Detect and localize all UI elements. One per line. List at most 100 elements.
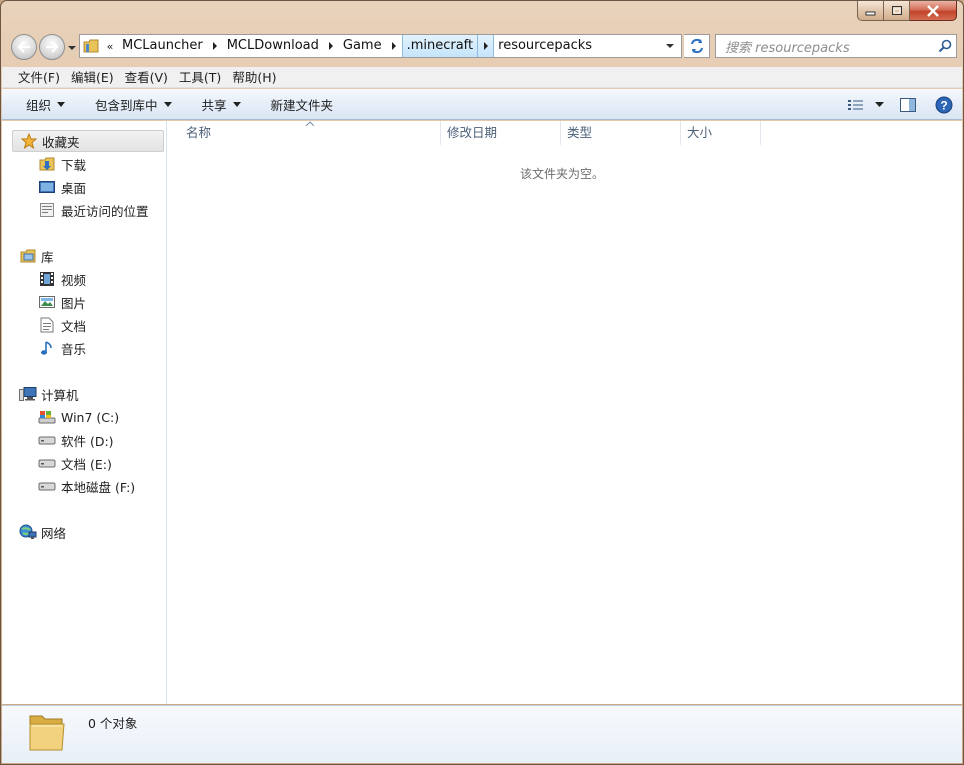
nav-item-videos[interactable]: 视频 xyxy=(38,269,86,289)
include-in-library-button[interactable]: 包含到库中 xyxy=(77,89,184,120)
breadcrumb-mcldownload[interactable]: MCLDownload xyxy=(223,35,323,57)
nav-item-label: 图片 xyxy=(61,295,87,311)
nav-favorites[interactable]: 收藏夹 xyxy=(12,130,164,152)
breadcrumb-mclauncher[interactable]: MCLauncher xyxy=(118,35,207,57)
pictures-icon xyxy=(38,293,56,311)
nav-libraries[interactable]: 库 xyxy=(12,245,164,267)
explorer-window: « MCLauncher MCLDownload Game .minecraft… xyxy=(0,0,964,765)
chevron-right-icon xyxy=(391,42,396,50)
new-folder-button[interactable]: 新建文件夹 xyxy=(253,89,346,120)
close-icon xyxy=(927,4,939,17)
search-input[interactable]: 搜索 resourcepacks xyxy=(715,34,957,58)
menu-edit[interactable]: 编辑(E) xyxy=(65,67,119,88)
breadcrumb-resourcepacks[interactable]: resourcepacks xyxy=(494,35,596,57)
caption-buttons xyxy=(857,1,957,21)
preview-pane-button[interactable] xyxy=(890,89,926,120)
nav-item-label: 桌面 xyxy=(61,180,87,196)
change-view-button[interactable] xyxy=(844,89,868,120)
command-bar: 组织 包含到库中 共享 新建文件夹 ? xyxy=(2,89,962,120)
breadcrumb-game[interactable]: Game xyxy=(339,35,386,57)
search-placeholder: 搜索 resourcepacks xyxy=(725,40,850,56)
breadcrumb-minecraft[interactable]: .minecraft xyxy=(401,35,479,57)
nav-item-music[interactable]: 音乐 xyxy=(38,338,86,358)
preview-pane-icon xyxy=(900,97,916,112)
nav-item-drive-c[interactable]: Win7 (C:) xyxy=(38,407,119,427)
help-icon: ? xyxy=(935,96,953,113)
nav-item-recent-places[interactable]: 最近访问的位置 xyxy=(38,200,149,220)
hard-drive-icon xyxy=(38,477,56,495)
computer-icon xyxy=(18,385,38,403)
nav-favorites-label: 收藏夹 xyxy=(42,134,80,150)
nav-item-drive-e[interactable]: 文档 (E:) xyxy=(38,453,112,473)
file-list-pane: 名称 修改日期 类型 大小 该文件夹为空。 xyxy=(168,121,962,704)
address-history-dropdown[interactable] xyxy=(659,35,681,57)
folder-icon xyxy=(29,715,65,751)
new-folder-label: 新建文件夹 xyxy=(270,97,334,113)
nav-item-label: 下载 xyxy=(61,157,87,173)
chevron-right-icon xyxy=(328,42,333,50)
nav-item-downloads[interactable]: 下载 xyxy=(38,154,86,174)
breadcrumb-separator[interactable] xyxy=(323,35,339,57)
refresh-button[interactable] xyxy=(684,34,710,58)
nav-item-drive-d[interactable]: 软件 (D:) xyxy=(38,430,114,450)
column-type[interactable]: 类型 xyxy=(561,121,681,145)
close-button[interactable] xyxy=(910,1,957,21)
organize-button[interactable]: 组织 xyxy=(2,89,77,120)
forward-button[interactable] xyxy=(39,34,65,60)
nav-item-label: 软件 (D:) xyxy=(61,433,114,449)
column-name[interactable]: 名称 xyxy=(180,121,441,145)
minimize-button[interactable] xyxy=(857,1,884,21)
content-area: 收藏夹 下载 桌面 最近访问的位置 库 视频 图片 文档 音乐 计算机 Win7… xyxy=(2,121,962,704)
nav-item-pictures[interactable]: 图片 xyxy=(38,292,86,312)
nav-item-label: 本地磁盘 (F:) xyxy=(61,479,136,495)
nav-item-label: Win7 (C:) xyxy=(61,409,120,425)
nav-item-documents[interactable]: 文档 xyxy=(38,315,86,335)
menu-bar: 文件(F) 编辑(E) 查看(V) 工具(T) 帮助(H) xyxy=(2,67,962,88)
minimize-icon xyxy=(865,11,875,15)
share-label: 共享 xyxy=(201,97,227,113)
address-overflow[interactable]: « xyxy=(102,40,118,53)
nav-network[interactable]: 网络 xyxy=(12,521,164,543)
chevron-down-icon xyxy=(874,101,884,107)
nav-computer[interactable]: 计算机 xyxy=(12,383,164,405)
recent-pages-button[interactable] xyxy=(67,42,77,52)
breadcrumb-separator[interactable] xyxy=(478,35,495,57)
nav-item-label: 视频 xyxy=(61,272,87,288)
nav-network-label: 网络 xyxy=(41,525,67,541)
column-size[interactable]: 大小 xyxy=(681,121,761,145)
maximize-button[interactable] xyxy=(884,1,910,21)
chevron-down-icon xyxy=(163,101,172,107)
help-button[interactable]: ? xyxy=(926,89,962,120)
nav-item-label: 文档 xyxy=(61,318,87,334)
nav-item-desktop[interactable]: 桌面 xyxy=(38,177,86,197)
chevron-down-icon xyxy=(666,44,674,48)
refresh-icon xyxy=(690,38,703,54)
forward-arrow-icon xyxy=(46,41,59,53)
address-bar[interactable]: « MCLauncher MCLDownload Game .minecraft… xyxy=(79,34,682,58)
item-count: 0 个对象 xyxy=(88,716,138,731)
nav-item-label: 最近访问的位置 xyxy=(61,203,149,219)
column-date-modified[interactable]: 修改日期 xyxy=(441,121,561,145)
search-icon[interactable] xyxy=(934,35,956,57)
menu-help[interactable]: 帮助(H) xyxy=(226,67,281,88)
music-icon xyxy=(38,339,56,357)
back-button[interactable] xyxy=(11,34,37,60)
network-icon xyxy=(18,523,38,541)
menu-tools[interactable]: 工具(T) xyxy=(173,67,226,88)
svg-text:?: ? xyxy=(940,98,947,112)
nav-item-label: 文档 (E:) xyxy=(61,456,112,472)
star-icon xyxy=(19,132,39,150)
view-list-icon xyxy=(848,99,863,110)
nav-item-drive-f[interactable]: 本地磁盘 (F:) xyxy=(38,476,135,496)
menu-view[interactable]: 查看(V) xyxy=(119,67,173,88)
chevron-right-icon xyxy=(212,42,217,50)
documents-icon xyxy=(38,316,56,334)
menu-file[interactable]: 文件(F) xyxy=(2,67,65,88)
chevron-down-icon xyxy=(57,101,66,107)
navigation-bar: « MCLauncher MCLDownload Game .minecraft… xyxy=(9,31,957,61)
view-options-dropdown[interactable] xyxy=(868,89,890,120)
share-button[interactable]: 共享 xyxy=(184,89,253,120)
breadcrumb-separator[interactable] xyxy=(386,35,402,57)
nav-libraries-label: 库 xyxy=(41,249,54,265)
breadcrumb-separator[interactable] xyxy=(207,35,223,57)
